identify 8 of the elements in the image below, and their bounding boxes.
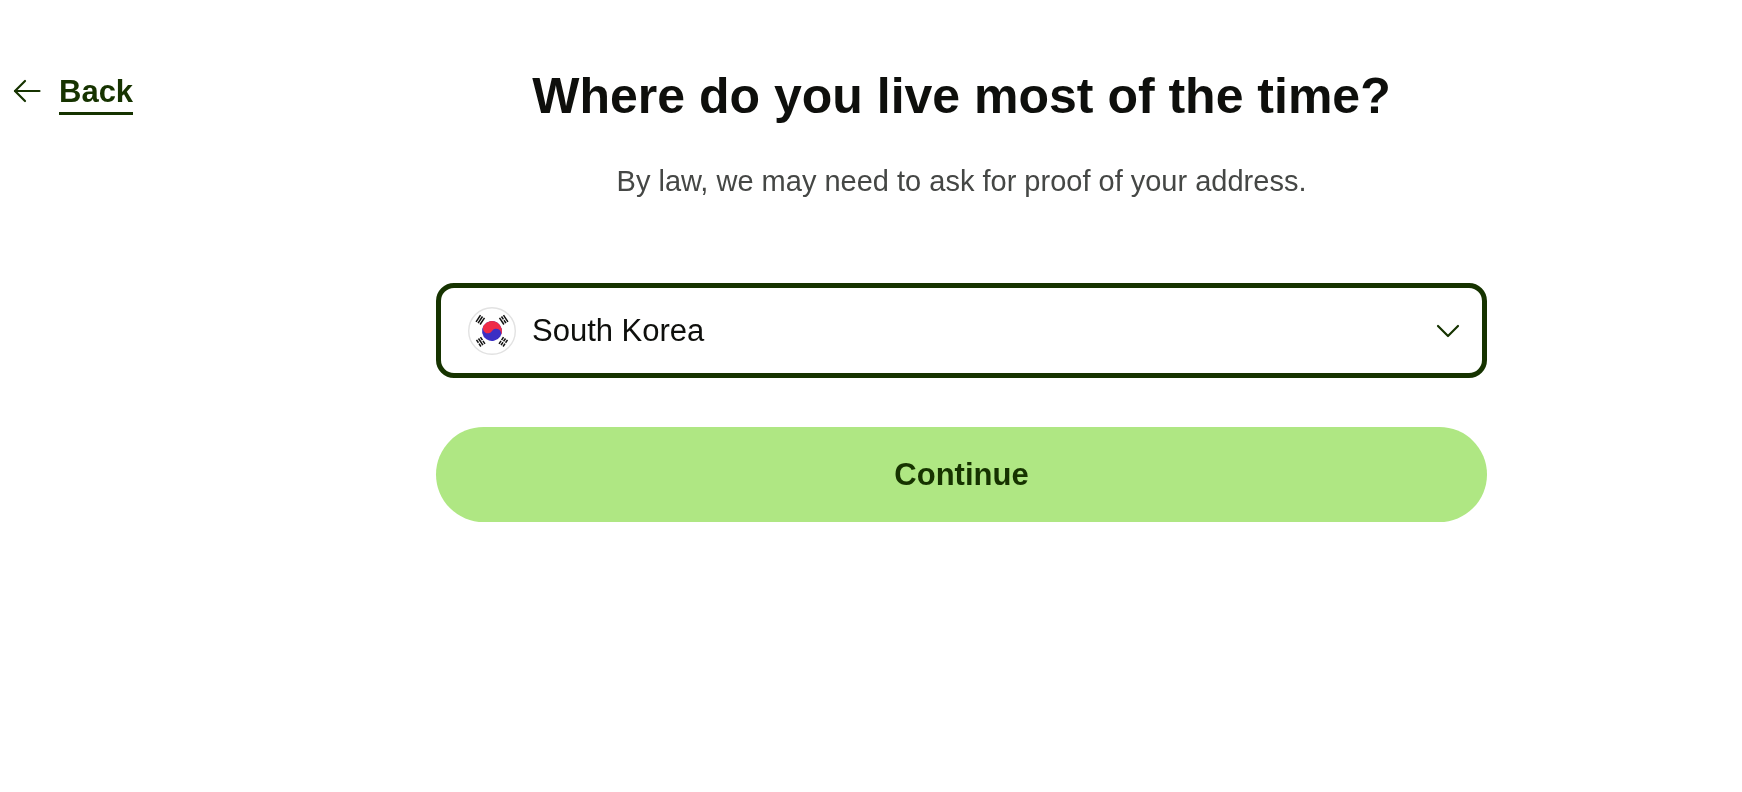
page-subtitle: By law, we may need to ask for proof of your address.: [616, 164, 1307, 199]
arrow-left-icon[interactable]: [13, 79, 41, 103]
continue-button[interactable]: Continue: [436, 427, 1487, 522]
country-select[interactable]: South Korea: [436, 283, 1487, 378]
back-link[interactable]: Back: [59, 75, 134, 115]
chevron-down-icon: [1436, 323, 1460, 338]
flag-icon: [468, 306, 516, 355]
page-heading: Where do you live most of the time?: [532, 67, 1391, 126]
